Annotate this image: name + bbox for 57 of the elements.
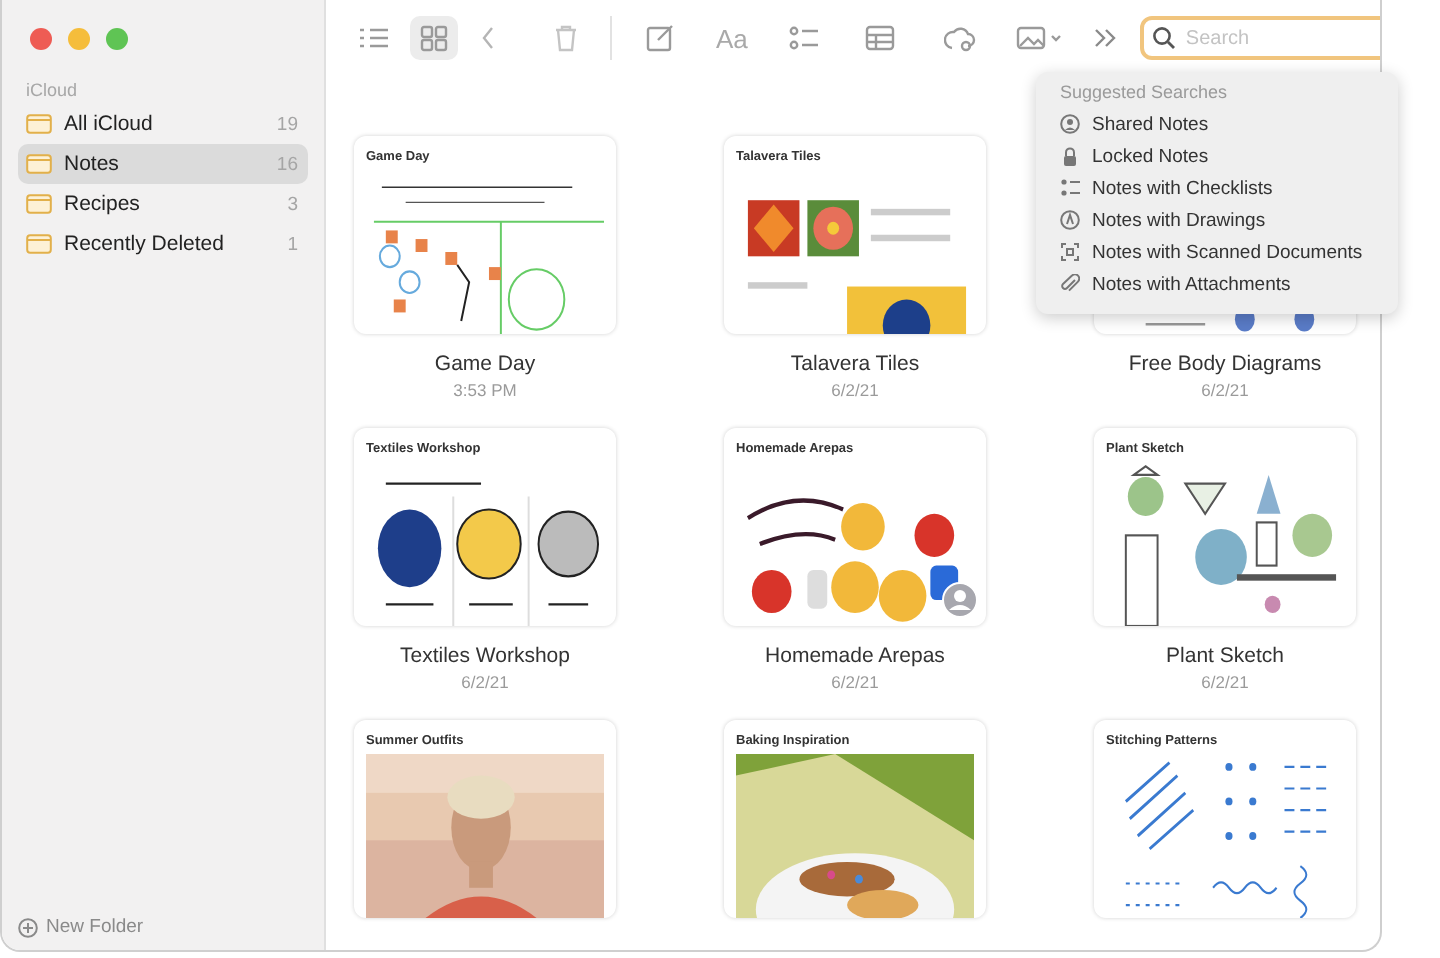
search-field[interactable]: Search bbox=[1139, 16, 1380, 60]
minimize-button[interactable] bbox=[68, 28, 90, 50]
note-title: Game Day bbox=[434, 352, 536, 376]
note-title: Homemade Arepas bbox=[765, 644, 945, 668]
note-title: Textiles Workshop bbox=[399, 644, 570, 668]
note-date: 3:53 PM bbox=[453, 380, 517, 400]
trash-icon bbox=[550, 24, 582, 52]
note-count: 19 bbox=[276, 113, 298, 135]
scan-icon bbox=[1060, 242, 1080, 262]
folder-icon bbox=[26, 194, 52, 214]
note-date: 6/2/21 bbox=[461, 672, 509, 692]
note-title: Free Body Diagrams bbox=[1128, 352, 1322, 376]
note-date: 6/2/21 bbox=[831, 380, 879, 400]
back-icon bbox=[478, 24, 498, 52]
folder-name: All iCloud bbox=[64, 112, 155, 136]
search-icon bbox=[1151, 26, 1176, 50]
folder-item[interactable]: Recipes 3 bbox=[18, 184, 308, 224]
more-icon bbox=[1091, 24, 1116, 52]
folder-item[interactable]: All iCloud 19 bbox=[18, 104, 308, 144]
grid-view-icon bbox=[418, 24, 450, 52]
note-count: 3 bbox=[287, 193, 298, 215]
note-date: 6/2/21 bbox=[831, 672, 879, 692]
suggestion-item[interactable]: Notes with Checklists bbox=[1092, 177, 1273, 199]
suggestion-item[interactable]: Notes with Drawings bbox=[1092, 209, 1266, 231]
paperclip-icon bbox=[1060, 274, 1080, 294]
note-count: 1 bbox=[287, 233, 298, 255]
folder-icon bbox=[26, 114, 52, 134]
folder-name: Notes bbox=[64, 152, 121, 176]
list-view-icon bbox=[358, 24, 390, 52]
person-icon bbox=[1060, 114, 1080, 134]
checklist-icon bbox=[787, 24, 820, 52]
folder-icon bbox=[26, 154, 52, 174]
pen-circle-icon bbox=[1060, 210, 1080, 230]
compose-icon bbox=[644, 24, 676, 52]
folder-name: Recently Deleted bbox=[64, 232, 226, 256]
table-icon bbox=[863, 24, 896, 52]
plus-circle-icon bbox=[18, 917, 38, 937]
zoom-button[interactable] bbox=[106, 28, 128, 50]
folder-icon bbox=[26, 234, 52, 254]
note-title: Plant Sketch bbox=[1166, 644, 1284, 668]
checklist-icon bbox=[1060, 178, 1080, 198]
suggestion-item[interactable]: Locked Notes bbox=[1092, 145, 1209, 167]
note-date: 6/2/21 bbox=[1201, 380, 1249, 400]
collaborate-icon bbox=[943, 24, 976, 52]
grid-view-button[interactable] bbox=[410, 16, 458, 60]
note-title: Talavera Tiles bbox=[790, 352, 920, 376]
note-date: 6/2/21 bbox=[1201, 672, 1249, 692]
close-button[interactable] bbox=[30, 28, 52, 50]
suggestion-item[interactable]: Notes with Scanned Documents bbox=[1092, 241, 1363, 263]
section-label: iCloud bbox=[26, 80, 80, 100]
lock-icon bbox=[1060, 146, 1080, 166]
suggestion-item[interactable]: Shared Notes bbox=[1092, 113, 1209, 135]
menu-header: Suggested Searches bbox=[1060, 82, 1230, 102]
folder-name: Recipes bbox=[64, 192, 142, 216]
media-icon bbox=[1015, 24, 1064, 52]
suggestion-item[interactable]: Notes with Attachments bbox=[1092, 273, 1291, 295]
folder-item[interactable]: Recently Deleted 1 bbox=[18, 224, 308, 264]
